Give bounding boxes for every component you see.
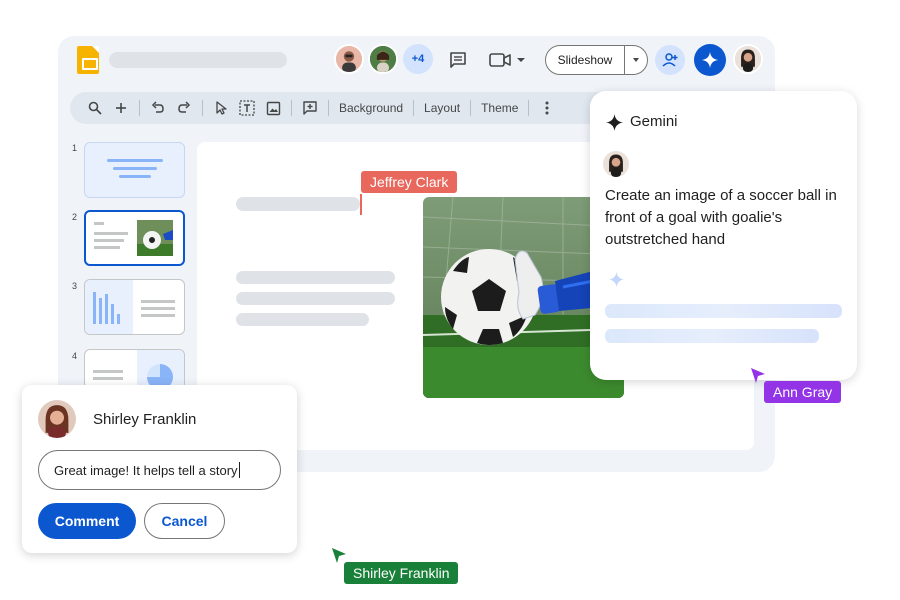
comment-author-name: Shirley Franklin	[93, 411, 197, 428]
gemini-sparkle-icon	[605, 113, 624, 137]
search-icon[interactable]	[82, 95, 108, 121]
toolbar: Background Layout Theme	[70, 92, 630, 124]
gemini-panel-title: Gemini	[630, 113, 678, 130]
comment-submit-button[interactable]: Comment	[38, 503, 136, 539]
gemini-loading-sparkle-icon	[608, 271, 625, 293]
body-placeholder-bar[interactable]	[236, 292, 395, 305]
title-placeholder-bar[interactable]	[236, 197, 360, 211]
gemini-sparkle-button[interactable]	[694, 44, 726, 76]
meet-video-icon[interactable]	[486, 48, 530, 72]
toolbar-divider	[528, 100, 530, 116]
slideshow-button-label[interactable]: Slideshow	[546, 46, 625, 74]
comment-card: Shirley Franklin Great image! It helps t…	[22, 385, 297, 553]
loading-shimmer-bar	[605, 304, 842, 318]
toolbar-divider	[202, 100, 203, 116]
toolbar-divider	[139, 100, 140, 116]
theme-button[interactable]: Theme	[476, 101, 523, 115]
slide-thumbnail-3[interactable]	[84, 279, 185, 335]
cursor-label-ann: Ann Gray	[764, 381, 842, 403]
slide-number: 4	[72, 351, 78, 361]
add-icon[interactable]	[108, 95, 134, 121]
slide-number: 2	[72, 212, 78, 222]
slide-number: 1	[72, 143, 78, 153]
slides-logo-icon[interactable]	[77, 46, 99, 74]
slide-thumbnail-2[interactable]	[84, 210, 185, 266]
gemini-panel: Gemini Create an image of a soccer ball …	[590, 91, 857, 380]
loading-shimmer-bar	[605, 329, 819, 343]
toolbar-divider	[470, 100, 472, 116]
redo-icon[interactable]	[171, 95, 197, 121]
stage: +4 Slideshow Background Layout Theme 1 2…	[0, 0, 900, 600]
insert-image-icon[interactable]	[260, 95, 286, 121]
text-caret	[360, 194, 362, 215]
undo-icon[interactable]	[145, 95, 171, 121]
text-caret	[238, 462, 240, 478]
body-placeholder-bar[interactable]	[236, 271, 395, 284]
gemini-prompt-text: Create an image of a soccer ball in fron…	[605, 187, 837, 248]
toolbar-divider	[291, 100, 292, 116]
select-cursor-icon[interactable]	[208, 95, 234, 121]
add-person-icon[interactable]	[655, 45, 685, 75]
slide-number: 3	[72, 281, 78, 291]
cursor-label-shirley: Shirley Franklin	[344, 562, 459, 584]
slideshow-button[interactable]: Slideshow	[545, 45, 648, 75]
slide-thumbnail-4[interactable]	[84, 349, 185, 389]
comment-input-text[interactable]: Great image! It helps tell a story	[54, 463, 238, 478]
document-title-placeholder[interactable]	[109, 52, 287, 68]
prompt-author-avatar	[603, 151, 629, 177]
comment-author-avatar	[38, 400, 76, 438]
collaborator-avatar[interactable]	[334, 44, 364, 74]
slide-thumbnail-1[interactable]	[84, 142, 185, 198]
current-user-avatar[interactable]	[733, 44, 763, 74]
body-placeholder-bar[interactable]	[236, 313, 369, 326]
toolbar-divider	[328, 100, 329, 116]
collaborator-overflow-badge[interactable]: +4	[403, 44, 433, 74]
add-comment-icon[interactable]	[297, 95, 323, 121]
chevron-down-icon[interactable]	[625, 46, 647, 74]
text-box-icon[interactable]	[234, 95, 260, 121]
layout-button[interactable]: Layout	[419, 101, 465, 115]
collaborator-avatar[interactable]	[368, 44, 398, 74]
toolbar-divider	[413, 100, 415, 116]
cursor-label-jeffrey: Jeffrey Clark	[361, 171, 458, 193]
comment-input[interactable]: Great image! It helps tell a story	[38, 450, 281, 490]
comment-cancel-button[interactable]: Cancel	[144, 503, 225, 539]
background-button[interactable]: Background	[334, 101, 408, 115]
more-options-icon[interactable]	[534, 95, 560, 121]
comments-icon[interactable]	[446, 48, 470, 72]
